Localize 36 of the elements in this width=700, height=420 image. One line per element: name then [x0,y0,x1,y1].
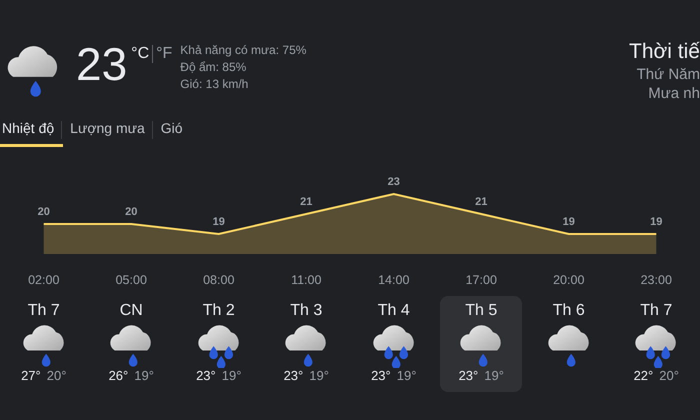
data-label: 19 [212,216,225,228]
data-label: 19 [650,216,662,228]
time-label: 05:00 [114,273,148,287]
day-forecast[interactable]: Th 6 [528,296,610,392]
day-forecast[interactable]: Th 4 23° 19° [352,296,435,392]
day-forecast[interactable]: Th 5 23° 19° [440,296,522,392]
weather-detail: Gió: 13 km/h [180,76,250,93]
time-label: 14:00 [377,273,410,287]
data-label: 21 [475,196,488,208]
data-label: 23 [388,176,400,188]
data-label: 20 [125,206,138,218]
time-label: 08:00 [202,273,236,287]
tab[interactable]: Nhiệt độ [0,114,64,146]
day-forecast[interactable]: Th 2 23° 19° [178,296,260,392]
temperature: 23 [76,37,128,92]
time-label: 23:00 [640,273,673,287]
time-label: 11:00 [290,273,322,287]
time-label: 02:00 [27,273,60,287]
data-label: 21 [300,196,312,208]
tab[interactable]: Lượng mưa [68,114,154,146]
weather-detail: Khả năng có mưa: 75% [180,42,306,59]
time-label: 20:00 [552,273,586,287]
weather-detail: Độ ẩm: 85% [180,59,248,76]
tab[interactable]: Gió [158,114,192,146]
day-forecast[interactable]: Th 7 22° 20° [615,296,698,392]
unit-toggle[interactable]: °F [156,45,172,63]
day-forecast[interactable]: Th 3 23° 19° [265,296,348,392]
data-label: 19 [562,216,575,228]
day-forecast[interactable]: CN 26° 19° [90,296,172,392]
condition-text: Mưa nh [648,84,700,103]
time-label: 17:00 [464,273,498,287]
day-forecast[interactable]: Th 7 27° 20° [2,296,85,392]
weather-title: Thời tiế [629,39,700,65]
day-name: Thứ Năm [636,65,700,84]
data-label: 20 [38,206,50,218]
unit-toggle[interactable]: °C [131,45,150,63]
